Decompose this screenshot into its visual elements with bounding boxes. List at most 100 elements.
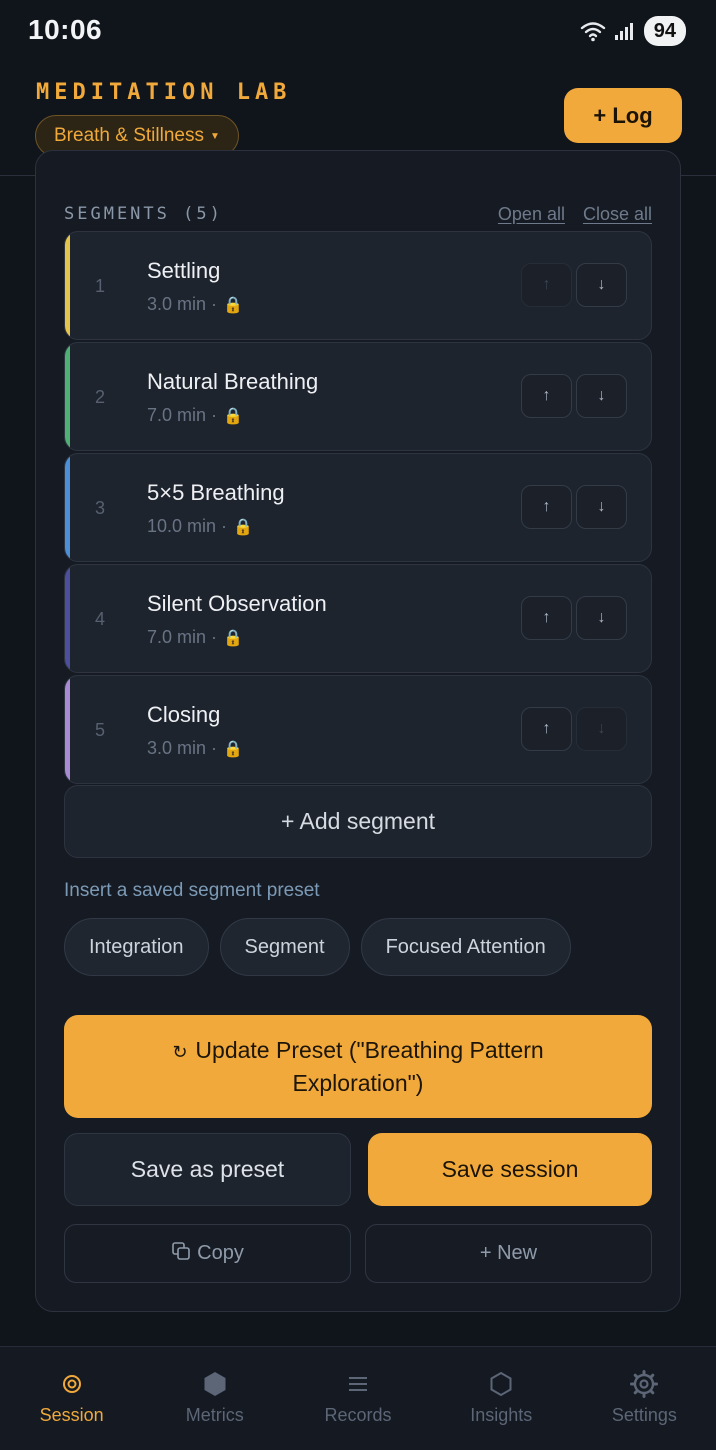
segment-number: 2 <box>95 387 106 407</box>
hexagon-outline-icon <box>489 1369 513 1399</box>
segment-number: 4 <box>95 609 106 629</box>
nav-label: Session <box>39 1405 104 1425</box>
nav-records[interactable]: Records <box>286 1347 429 1450</box>
copy-label: Copy <box>197 1242 244 1264</box>
battery-indicator: 94 <box>643 16 686 46</box>
lock-icon: 🔒 <box>223 740 243 758</box>
segment-name: 5×5 Breathing <box>147 480 285 505</box>
status-time: 10:06 <box>28 14 103 45</box>
open-all-link[interactable]: Open all <box>498 204 565 225</box>
segments-toggle-links: Open all Close all <box>498 204 652 225</box>
nav-label: Insights <box>470 1405 533 1425</box>
preset-insert-label: Insert a saved segment preset <box>64 880 320 901</box>
arrow-down-icon: ↓ <box>597 387 606 404</box>
segment-row[interactable]: 1 Settling 3.0 min · 🔒 ↑ ↓ <box>64 231 652 340</box>
segment-duration: 7.0 min · <box>147 627 218 647</box>
update-preset-button[interactable]: ↻ Update Preset ("Breathing Pattern Explo… <box>64 1015 652 1118</box>
segment-accent-bar <box>65 343 70 450</box>
arrow-down-icon: ↓ <box>597 720 606 737</box>
save-as-preset-button[interactable]: Save as preset <box>64 1133 351 1206</box>
close-all-link[interactable]: Close all <box>583 204 652 225</box>
move-down-button[interactable]: ↓ <box>576 263 627 307</box>
preset-chip[interactable]: Integration <box>64 918 209 976</box>
log-button[interactable]: + Log <box>564 88 682 143</box>
segment-reorder-controls: ↑ ↓ <box>521 374 627 418</box>
nav-session[interactable]: Session <box>0 1347 143 1450</box>
segment-meta: 3.0 min · 🔒 <box>147 294 243 315</box>
segment-reorder-controls: ↑ ↓ <box>521 263 627 307</box>
segment-row[interactable]: 5 Closing 3.0 min · 🔒 ↑ ↓ <box>64 675 652 784</box>
arrow-down-icon: ↓ <box>597 276 606 293</box>
new-session-button[interactable]: + New <box>365 1224 652 1283</box>
move-down-button[interactable]: ↓ <box>576 485 627 529</box>
gear-icon <box>630 1369 659 1399</box>
segments-title: SEGMENTS (5) <box>64 204 223 224</box>
segment-accent-bar <box>65 676 70 783</box>
segments-header: SEGMENTS (5) Open all Close all <box>64 204 652 228</box>
move-down-button[interactable]: ↓ <box>576 374 627 418</box>
segment-accent-bar <box>65 232 70 339</box>
arrow-up-icon: ↑ <box>542 387 551 404</box>
arrow-up-icon: ↑ <box>542 609 551 626</box>
preset-chip[interactable]: Segment <box>219 918 350 976</box>
segment-row[interactable]: 2 Natural Breathing 7.0 min · 🔒 ↑ ↓ <box>64 342 652 451</box>
refresh-icon: ↻ <box>172 1041 188 1062</box>
preset-chip[interactable]: Focused Attention <box>360 918 571 976</box>
segment-reorder-controls: ↑ ↓ <box>521 485 627 529</box>
segment-duration: 3.0 min · <box>147 738 218 758</box>
segment-duration: 3.0 min · <box>147 294 218 314</box>
wifi-icon <box>580 20 606 42</box>
update-preset-label: Update Preset ("Breathing Pattern Explor… <box>195 1036 544 1096</box>
nav-label: Records <box>324 1405 392 1425</box>
segment-accent-bar <box>65 565 70 672</box>
nav-insights[interactable]: Insights <box>430 1347 573 1450</box>
copy-button[interactable]: Copy <box>64 1224 351 1283</box>
segment-meta: 7.0 min · 🔒 <box>147 627 243 648</box>
hexagon-filled-icon <box>203 1369 227 1399</box>
segment-number: 1 <box>95 276 106 296</box>
nav-metrics[interactable]: Metrics <box>143 1347 286 1450</box>
move-down-button[interactable]: ↓ <box>576 596 627 640</box>
move-up-button[interactable]: ↑ <box>521 485 572 529</box>
save-session-button[interactable]: Save session <box>368 1133 652 1206</box>
preset-chips: Integration Segment Focused Attention <box>64 918 571 976</box>
segment-name: Settling <box>147 258 221 283</box>
segment-row[interactable]: 3 5×5 Breathing 10.0 min · 🔒 ↑ ↓ <box>64 453 652 562</box>
lock-icon: 🔒 <box>223 296 243 314</box>
segment-accent-bar <box>65 454 70 561</box>
add-segment-button[interactable]: + Add segment <box>64 785 652 858</box>
arrow-up-icon: ↑ <box>542 276 551 293</box>
move-up-button[interactable]: ↑ <box>521 374 572 418</box>
segment-reorder-controls: ↑ ↓ <box>521 707 627 751</box>
segment-name: Natural Breathing <box>147 369 319 394</box>
nav-settings[interactable]: Settings <box>573 1347 716 1450</box>
signal-icon <box>614 21 636 41</box>
target-icon <box>61 1369 83 1399</box>
status-icons: 94 <box>580 16 686 46</box>
segment-meta: 3.0 min · 🔒 <box>147 738 243 759</box>
lock-icon: 🔒 <box>223 407 243 425</box>
segment-duration: 10.0 min · <box>147 516 228 536</box>
move-up-button[interactable]: ↑ <box>521 707 572 751</box>
segment-meta: 10.0 min · 🔒 <box>147 516 253 537</box>
segment-meta: 7.0 min · 🔒 <box>147 405 243 426</box>
app-title: MEDITATION LAB <box>36 80 292 105</box>
lock-icon: 🔒 <box>233 518 253 536</box>
list-icon <box>347 1369 369 1399</box>
segment-number: 3 <box>95 498 106 518</box>
segment-row[interactable]: 4 Silent Observation 7.0 min · 🔒 ↑ ↓ <box>64 564 652 673</box>
arrow-up-icon: ↑ <box>542 720 551 737</box>
bottom-nav: Session Metrics Records Insights Setting… <box>0 1346 716 1450</box>
lock-icon: 🔒 <box>223 629 243 647</box>
arrow-down-icon: ↓ <box>597 609 606 626</box>
copy-icon <box>171 1241 191 1267</box>
nav-label: Settings <box>611 1405 677 1425</box>
segment-duration: 7.0 min · <box>147 405 218 425</box>
profile-selector-label: Breath & Stillness <box>54 125 204 146</box>
arrow-down-icon: ↓ <box>597 498 606 515</box>
move-up-button[interactable]: ↑ <box>521 263 572 307</box>
arrow-up-icon: ↑ <box>542 498 551 515</box>
move-up-button[interactable]: ↑ <box>521 596 572 640</box>
move-down-button[interactable]: ↓ <box>576 707 627 751</box>
status-bar: 10:06 94 <box>0 0 716 62</box>
